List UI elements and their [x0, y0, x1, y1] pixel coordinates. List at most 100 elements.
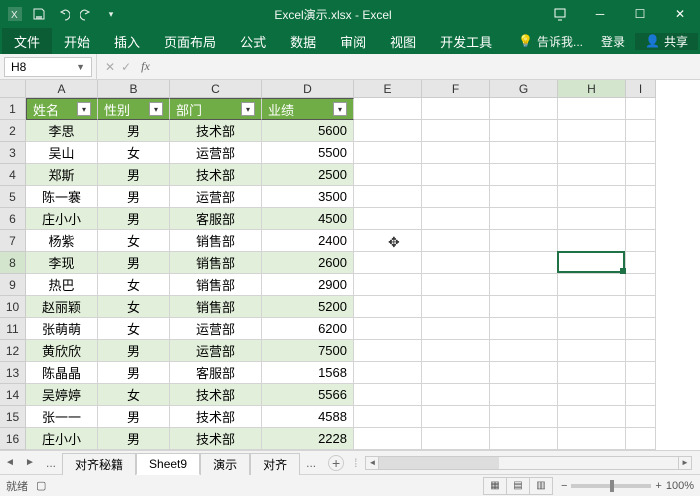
table-cell[interactable]: 女: [98, 142, 170, 164]
tab-review[interactable]: 审阅: [328, 28, 378, 54]
table-cell[interactable]: 李思: [26, 120, 98, 142]
row-header[interactable]: 9: [0, 274, 26, 296]
empty-cell[interactable]: [558, 428, 626, 450]
column-header[interactable]: C: [170, 80, 262, 98]
empty-cell[interactable]: [490, 186, 558, 208]
table-cell[interactable]: 李现: [26, 252, 98, 274]
empty-cell[interactable]: [558, 208, 626, 230]
empty-cell[interactable]: [354, 384, 422, 406]
sheet-nav-prev[interactable]: ◄: [0, 451, 20, 475]
empty-cell[interactable]: [626, 406, 656, 428]
empty-cell[interactable]: [422, 186, 490, 208]
empty-cell[interactable]: [354, 164, 422, 186]
filter-dropdown-icon[interactable]: ▾: [77, 102, 91, 116]
table-cell[interactable]: 张一一: [26, 406, 98, 428]
select-all-triangle[interactable]: [0, 80, 26, 98]
table-cell[interactable]: 5600: [262, 120, 354, 142]
row-header[interactable]: 5: [0, 186, 26, 208]
empty-cell[interactable]: [422, 164, 490, 186]
table-cell[interactable]: 庄小小: [26, 428, 98, 450]
empty-cell[interactable]: [490, 98, 558, 120]
row-header[interactable]: 8: [0, 252, 26, 274]
empty-cell[interactable]: [422, 274, 490, 296]
empty-cell[interactable]: [558, 362, 626, 384]
empty-cell[interactable]: [490, 406, 558, 428]
table-cell[interactable]: 庄小小: [26, 208, 98, 230]
empty-cell[interactable]: [490, 252, 558, 274]
table-cell[interactable]: 5566: [262, 384, 354, 406]
column-header[interactable]: G: [490, 80, 558, 98]
empty-cell[interactable]: [490, 428, 558, 450]
row-header[interactable]: 10: [0, 296, 26, 318]
table-cell[interactable]: 2900: [262, 274, 354, 296]
empty-cell[interactable]: [422, 340, 490, 362]
table-cell[interactable]: 男: [98, 208, 170, 230]
horizontal-scrollbar[interactable]: ◄ ►: [365, 456, 692, 470]
table-header-cell[interactable]: 业绩▾: [262, 98, 354, 120]
formula-input[interactable]: [162, 57, 700, 77]
qat-dropdown-icon[interactable]: ▾: [102, 5, 120, 23]
table-cell[interactable]: 技术部: [170, 384, 262, 406]
table-cell[interactable]: 4588: [262, 406, 354, 428]
login-button[interactable]: 登录: [591, 33, 635, 50]
table-cell[interactable]: 6200: [262, 318, 354, 340]
table-cell[interactable]: 男: [98, 164, 170, 186]
table-cell[interactable]: 2400: [262, 230, 354, 252]
macro-record-icon[interactable]: ▢: [36, 479, 46, 492]
table-cell[interactable]: 女: [98, 274, 170, 296]
table-cell[interactable]: 男: [98, 340, 170, 362]
table-cell[interactable]: 运营部: [170, 318, 262, 340]
empty-cell[interactable]: [422, 406, 490, 428]
empty-cell[interactable]: [558, 186, 626, 208]
empty-cell[interactable]: [490, 318, 558, 340]
empty-cell[interactable]: [558, 406, 626, 428]
sheet-tab[interactable]: 对齐: [250, 453, 300, 475]
column-header[interactable]: H: [558, 80, 626, 98]
empty-cell[interactable]: [626, 208, 656, 230]
table-cell[interactable]: 男: [98, 252, 170, 274]
empty-cell[interactable]: [490, 208, 558, 230]
empty-cell[interactable]: [354, 296, 422, 318]
filter-dropdown-icon[interactable]: ▾: [241, 102, 255, 116]
empty-cell[interactable]: [558, 252, 626, 274]
empty-cell[interactable]: [626, 296, 656, 318]
column-header[interactable]: I: [626, 80, 656, 98]
tell-me[interactable]: 💡 告诉我...: [510, 33, 591, 50]
fx-icon[interactable]: fx: [137, 59, 154, 74]
empty-cell[interactable]: [558, 384, 626, 406]
tab-data[interactable]: 数据: [278, 28, 328, 54]
row-header[interactable]: 12: [0, 340, 26, 362]
empty-cell[interactable]: [422, 98, 490, 120]
empty-cell[interactable]: [558, 164, 626, 186]
table-cell[interactable]: 运营部: [170, 186, 262, 208]
empty-cell[interactable]: [354, 186, 422, 208]
empty-cell[interactable]: [354, 428, 422, 450]
table-cell[interactable]: 2600: [262, 252, 354, 274]
row-header[interactable]: 15: [0, 406, 26, 428]
filter-dropdown-icon[interactable]: ▾: [149, 102, 163, 116]
table-cell[interactable]: 1568: [262, 362, 354, 384]
table-cell[interactable]: 销售部: [170, 230, 262, 252]
table-cell[interactable]: 女: [98, 230, 170, 252]
table-cell[interactable]: 女: [98, 318, 170, 340]
view-normal-button[interactable]: ▦: [483, 477, 507, 495]
empty-cell[interactable]: [422, 230, 490, 252]
table-cell[interactable]: 男: [98, 362, 170, 384]
tab-formulas[interactable]: 公式: [228, 28, 278, 54]
table-cell[interactable]: 2228: [262, 428, 354, 450]
row-header[interactable]: 16: [0, 428, 26, 450]
table-cell[interactable]: 黄欣欣: [26, 340, 98, 362]
empty-cell[interactable]: [558, 318, 626, 340]
zoom-in-button[interactable]: +: [655, 480, 661, 492]
empty-cell[interactable]: [558, 98, 626, 120]
empty-cell[interactable]: [354, 340, 422, 362]
table-cell[interactable]: 郑斯: [26, 164, 98, 186]
share-button[interactable]: 👤 共享: [635, 33, 698, 50]
filter-dropdown-icon[interactable]: ▾: [333, 102, 347, 116]
cells-grid[interactable]: 姓名▾性别▾部门▾业绩▾李思男技术部5600吴山女运营部5500郑斯男技术部25…: [26, 98, 656, 450]
empty-cell[interactable]: [490, 274, 558, 296]
empty-cell[interactable]: [354, 406, 422, 428]
scroll-right-button[interactable]: ►: [678, 456, 692, 470]
empty-cell[interactable]: [490, 230, 558, 252]
tab-insert[interactable]: 插入: [102, 28, 152, 54]
